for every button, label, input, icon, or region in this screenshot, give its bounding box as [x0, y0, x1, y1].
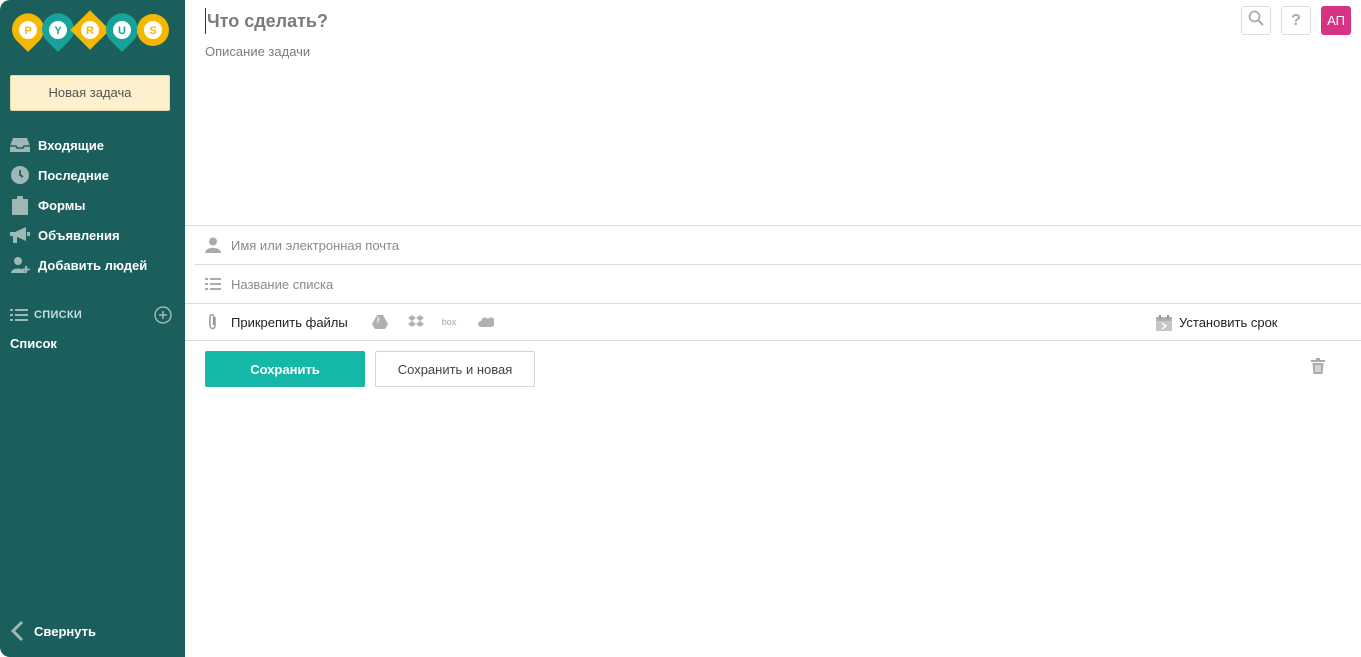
pyrus-logo[interactable]: P Y R U S — [10, 8, 170, 58]
list-row — [195, 264, 1361, 303]
sidebar: P Y R U S Новая задача Входящие Последни… — [0, 0, 185, 657]
sidebar-item-announcements[interactable]: Объявления — [0, 220, 185, 250]
logo-letter-r: R — [86, 25, 94, 37]
sidebar-item-label: Объявления — [38, 227, 120, 243]
question-icon: ? — [1291, 11, 1301, 29]
box-icon[interactable]: box — [442, 317, 457, 327]
save-button[interactable]: Сохранить — [205, 351, 365, 387]
sidebar-list-item[interactable]: Список — [10, 336, 57, 351]
logo-letter-y: Y — [54, 25, 62, 37]
task-title-input[interactable] — [205, 8, 1105, 34]
clock-icon — [10, 165, 30, 185]
list-icon — [10, 308, 28, 322]
lists-header-label: СПИСКИ — [34, 309, 83, 321]
task-editor: ? АП Прикрепить файлы box — [185, 0, 1361, 657]
search-button[interactable] — [1241, 6, 1271, 35]
list-icon — [204, 275, 222, 293]
calendar-icon — [1155, 314, 1173, 332]
sidebar-nav: Входящие Последние Формы Объявления Доба… — [0, 130, 185, 280]
clipboard-icon — [10, 195, 30, 215]
assignee-input[interactable] — [231, 237, 831, 253]
chevron-left-icon — [10, 620, 26, 642]
onedrive-icon[interactable] — [476, 314, 496, 330]
user-icon — [204, 236, 222, 254]
collapse-label: Свернуть — [34, 623, 96, 639]
help-button[interactable]: ? — [1281, 6, 1311, 35]
assignee-row — [185, 225, 1361, 264]
logo-letter-s: S — [149, 25, 156, 37]
sidebar-item-label: Добавить людей — [38, 257, 148, 273]
attach-files-button[interactable]: Прикрепить файлы — [231, 315, 348, 330]
add-user-icon — [10, 255, 30, 275]
dropbox-icon[interactable] — [406, 314, 426, 330]
deadline-label: Установить срок — [1179, 315, 1278, 330]
logo-letter-u: U — [118, 25, 126, 37]
inbox-icon — [10, 135, 30, 155]
list-name-input[interactable] — [231, 276, 831, 292]
new-task-button[interactable]: Новая задача — [10, 75, 170, 111]
header-tools: ? АП — [1241, 6, 1351, 35]
logo-letter-p: P — [24, 25, 31, 37]
task-description-input[interactable] — [205, 44, 1105, 214]
attachments-row: Прикрепить файлы box Установить срок — [185, 303, 1361, 341]
save-and-new-button[interactable]: Сохранить и новая — [375, 351, 535, 387]
sidebar-item-label: Входящие — [38, 137, 104, 153]
sidebar-item-inbox[interactable]: Входящие — [0, 130, 185, 160]
search-icon — [1248, 10, 1264, 31]
logo-graphic: P Y R U S — [11, 10, 169, 53]
lists-section-header: СПИСКИ — [10, 305, 172, 325]
set-deadline-button[interactable]: Установить срок — [1155, 304, 1278, 341]
add-list-icon[interactable] — [154, 306, 172, 324]
google-drive-icon[interactable] — [370, 314, 390, 330]
paperclip-icon — [204, 313, 222, 331]
user-avatar[interactable]: АП — [1321, 6, 1351, 35]
trash-icon[interactable] — [1311, 358, 1327, 376]
sidebar-item-forms[interactable]: Формы — [0, 190, 185, 220]
sidebar-item-label: Последние — [38, 167, 109, 183]
megaphone-icon — [10, 225, 30, 245]
sidebar-item-label: Формы — [38, 197, 86, 213]
task-actions: Сохранить Сохранить и новая — [205, 351, 535, 387]
sidebar-item-add-people[interactable]: Добавить людей — [0, 250, 185, 280]
sidebar-item-recent[interactable]: Последние — [0, 160, 185, 190]
collapse-sidebar-button[interactable]: Свернуть — [10, 620, 96, 642]
